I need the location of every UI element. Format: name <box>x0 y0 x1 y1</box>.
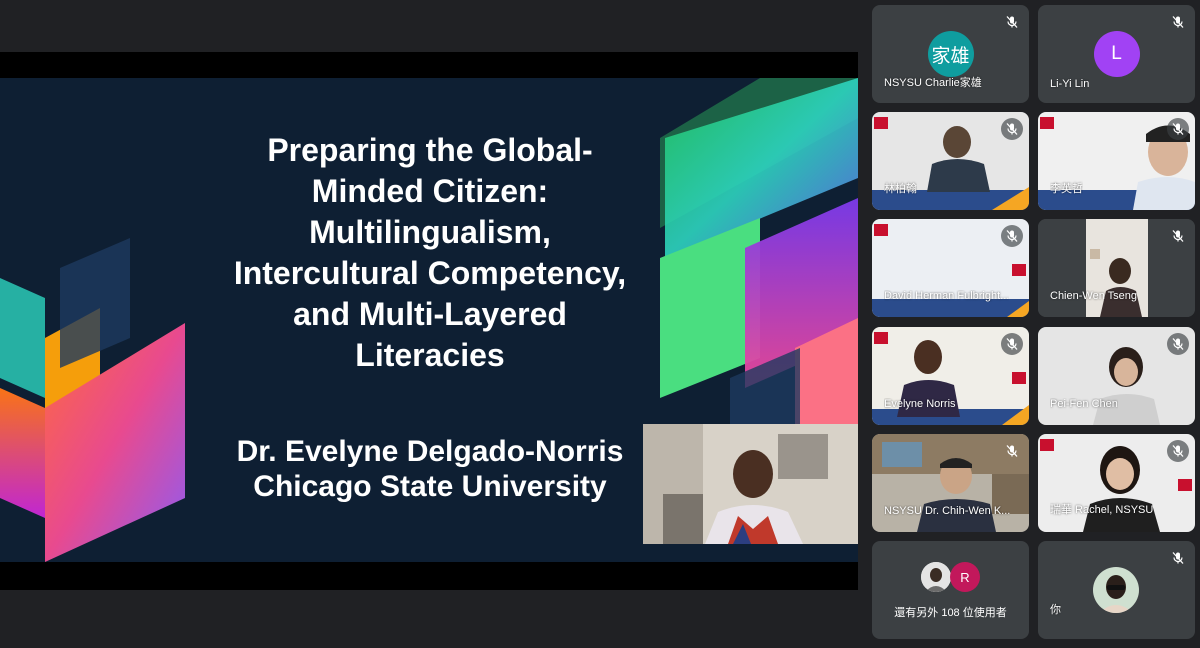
participant-name: NSYSU Charlie家雄 <box>884 77 982 89</box>
more-participants-tile[interactable]: R 還有另外 108 位使用者 <box>872 541 1029 639</box>
avatar <box>1093 567 1139 613</box>
avatar: 家雄 <box>927 31 974 77</box>
slide-title-line: and Multi-Layered <box>293 296 567 332</box>
participant-tile[interactable]: L Li-Yi Lin <box>1038 5 1195 103</box>
mic-off-icon <box>1001 333 1023 355</box>
mic-off-icon <box>1167 225 1189 247</box>
mic-off-icon <box>1167 333 1189 355</box>
slide-title: Preparing the Global- Minded Citizen: Mu… <box>200 130 660 376</box>
participant-name: 李英哲 <box>1050 183 1083 195</box>
participant-tile[interactable]: 瑞華 Rachel, NSYSU <box>1038 434 1195 532</box>
mic-off-icon <box>1167 547 1189 569</box>
participant-tile[interactable]: Chien-Wen Tseng <box>1038 219 1195 317</box>
mic-off-icon <box>1001 11 1023 33</box>
slide-title-line: Multilingualism, <box>309 214 551 250</box>
avatar-initials: L <box>1111 43 1122 64</box>
participant-tile[interactable]: 家雄 NSYSU Charlie家雄 <box>872 5 1029 103</box>
mic-off-icon <box>1167 118 1189 140</box>
participant-name: 林柏翰 <box>884 183 917 195</box>
avatar-initials: R <box>960 569 970 585</box>
participant-name: 你 <box>1050 604 1061 616</box>
slide-title-line: Minded Citizen: <box>311 173 549 209</box>
participant-tile[interactable]: David Herman Fulbright... <box>872 219 1029 317</box>
more-participants-label: 還有另外 108 位使用者 <box>894 607 1007 619</box>
participant-tile[interactable]: 李英哲 <box>1038 112 1195 210</box>
mic-off-icon <box>1001 440 1023 462</box>
presenter-camera-video <box>643 424 858 544</box>
participant-name: NSYSU Dr. Chih-Wen K... <box>884 505 1011 517</box>
self-view-tile[interactable]: 你 <box>1038 541 1195 639</box>
slide-title-line: Intercultural Competency, <box>233 255 627 291</box>
avatar <box>921 562 951 592</box>
avatar: R <box>950 562 980 592</box>
participant-tile[interactable]: NSYSU Dr. Chih-Wen K... <box>872 434 1029 532</box>
participant-name: Li-Yi Lin <box>1050 78 1090 90</box>
avatar: L <box>1093 31 1140 77</box>
participant-name: 瑞華 Rachel, NSYSU <box>1050 504 1154 516</box>
participant-tile[interactable]: 林柏翰 <box>872 112 1029 210</box>
participant-tile[interactable]: Evelyne Norris <box>872 327 1029 425</box>
participant-name: Pei-Fen Chen <box>1050 398 1118 410</box>
slide-title-line: Preparing the Global- <box>267 132 593 168</box>
slide-author: Dr. Evelyne Delgado-Norris Chicago State… <box>180 434 680 504</box>
mic-off-icon <box>1001 225 1023 247</box>
mic-off-icon <box>1001 118 1023 140</box>
presentation-stage[interactable]: Preparing the Global- Minded Citizen: Mu… <box>0 52 858 590</box>
avatar-initials: 家雄 <box>931 45 970 67</box>
slide-author-affiliation: Chicago State University <box>253 470 607 503</box>
mic-off-icon <box>1167 440 1189 462</box>
participant-name: David Herman Fulbright... <box>884 290 1010 302</box>
slide-author-name: Dr. Evelyne Delgado-Norris <box>236 435 624 468</box>
participant-name: Evelyne Norris <box>884 398 956 410</box>
mic-off-icon <box>1167 11 1189 33</box>
participant-tile[interactable]: Pei-Fen Chen <box>1038 327 1195 425</box>
slide-title-line: Literacies <box>355 337 505 373</box>
participant-name: Chien-Wen Tseng <box>1050 290 1138 302</box>
